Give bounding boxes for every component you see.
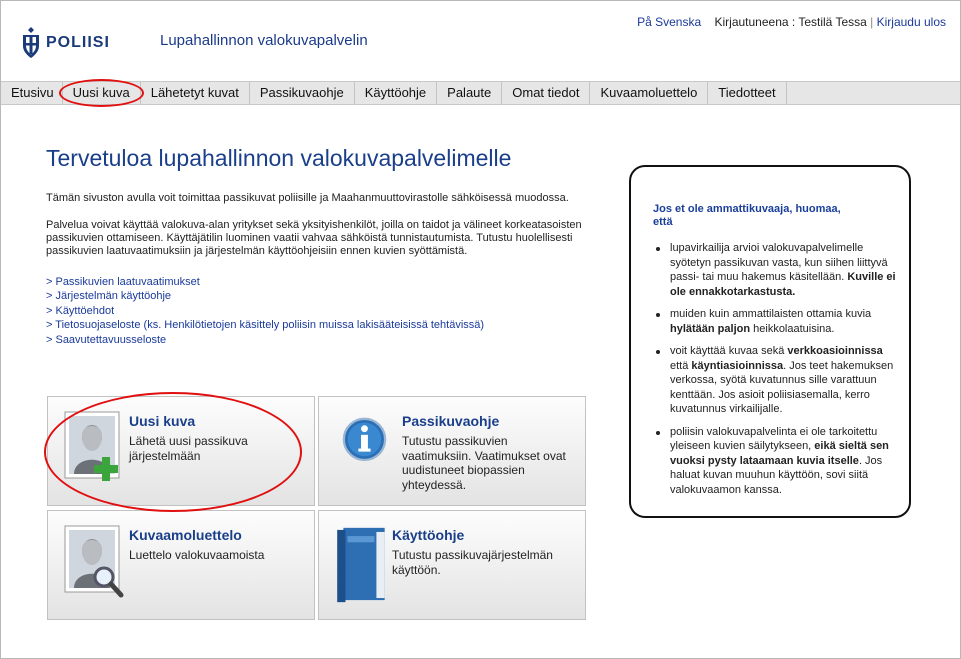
nav-palaute[interactable]: Palaute <box>437 82 503 104</box>
notice-bold: hylätään paljon <box>670 322 751 335</box>
notice-heading: Jos et ole ammattikuvaaja, huomaa, että <box>653 203 841 228</box>
notice-item: muiden kuin ammattilaisten ottamia kuvia… <box>653 307 903 336</box>
notice-text: muiden kuin ammattilaisten ottamia kuvia <box>670 308 872 320</box>
tile-description: Tutustu passikuvien vaatimuksiin. Vaatim… <box>402 434 566 492</box>
notice-text: heikkolaatuisina. <box>750 322 835 335</box>
tile-kayttoohje[interactable]: Käyttöohje Tutustu passikuvajärjestelmän… <box>318 510 586 620</box>
notice-text: voit käyttää kuvaa sekä <box>670 345 788 357</box>
link-kayttoehdot[interactable]: > Käyttöehdot <box>46 304 484 318</box>
info-icon <box>342 417 387 462</box>
nav-omat-tiedot[interactable]: Omat tiedot <box>502 82 591 104</box>
link-saavutettavuusseloste[interactable]: > Saavutettavuusseloste <box>46 333 484 347</box>
tile-title: Uusi kuva <box>129 413 196 429</box>
tile-title: Passikuvaohje <box>402 413 500 429</box>
page-title: Tervetuloa lupahallinnon valokuvapalveli… <box>46 145 512 171</box>
nav-passikuvaohje[interactable]: Passikuvaohje <box>250 82 355 104</box>
top-links: På Svenska Kirjautuneena : Testilä Tessa… <box>637 15 946 29</box>
main-nav: Etusivu Uusi kuva Lähetetyt kuvat Passik… <box>1 79 960 107</box>
book-icon <box>337 527 385 603</box>
intro-text: Tämän sivuston avulla voit toimittaa pas… <box>46 192 569 204</box>
notice-item: voit käyttää kuvaa sekä verkkoasioinniss… <box>653 344 903 417</box>
notice-bold: verkkoasioinnissa <box>787 345 883 357</box>
new-photo-icon <box>64 411 120 481</box>
police-badge-icon <box>23 27 39 58</box>
logo-text: POLIISI <box>46 34 110 51</box>
nav-kayttoohje[interactable]: Käyttöohje <box>355 82 438 104</box>
tile-passikuvaohje[interactable]: Passikuvaohje Tutustu passikuvien vaatim… <box>318 396 586 506</box>
nav-tiedotteet[interactable]: Tiedotteet <box>708 82 787 104</box>
nav-kuvaamoluettelo[interactable]: Kuvaamoluettelo <box>590 82 709 104</box>
logout-link[interactable]: Kirjaudu ulos <box>877 15 946 29</box>
notice-text: että <box>670 359 692 372</box>
tile-title: Käyttöohje <box>392 527 465 543</box>
nav-uusi-kuva[interactable]: Uusi kuva <box>58 79 144 107</box>
swedish-language-link[interactable]: På Svenska <box>637 15 701 29</box>
search-photo-icon <box>64 525 124 598</box>
tile-description: Luettelo valokuvaamoista <box>129 548 265 562</box>
notice-item: lupavirkailija arvioi valokuvapalvelimel… <box>653 241 903 299</box>
tile-description: Tutustu passikuvajärjestelmän käyttöön. <box>392 548 553 577</box>
body-text: Palvelua voivat käyttää valokuva-alan yr… <box>46 219 582 257</box>
logged-in-user: Kirjautuneena : Testilä Tessa <box>714 15 867 29</box>
notice-box: Jos et ole ammattikuvaaja, huomaa, että … <box>629 165 911 518</box>
link-kayttoohje[interactable]: > Järjestelmän käyttöohje <box>46 289 484 303</box>
link-tietosuojaseloste[interactable]: > Tietosuojaseloste (ks. Henkilötietojen… <box>46 318 484 332</box>
notice-item: poliisin valokuvapalvelinta ei ole tarko… <box>653 425 903 498</box>
info-links: > Passikuvien laatuvaatimukset > Järjest… <box>46 275 484 347</box>
notice-bold: käyntiasioinnissa <box>691 359 784 372</box>
tile-title: Kuvaamoluettelo <box>129 527 242 543</box>
link-laatuvaatimukset[interactable]: > Passikuvien laatuvaatimukset <box>46 275 484 289</box>
nav-lahetetyt-kuvat[interactable]: Lähetetyt kuvat <box>141 82 250 104</box>
notice-list: lupavirkailija arvioi valokuvapalvelimel… <box>653 241 903 505</box>
tile-kuvaamoluettelo[interactable]: Kuvaamoluettelo Luettelo valokuvaamoista <box>47 510 315 620</box>
nav-etusivu[interactable]: Etusivu <box>1 82 63 104</box>
separator: | <box>870 15 874 29</box>
poliisi-logo[interactable]: POLIISI <box>20 26 110 60</box>
tile-uusi-kuva[interactable]: Uusi kuva Lähetä uusi passikuva järjeste… <box>47 396 315 506</box>
tile-description: Lähetä uusi passikuva järjestelmään <box>129 434 248 463</box>
site-title: Lupahallinnon valokuvapalvelin <box>160 32 368 49</box>
